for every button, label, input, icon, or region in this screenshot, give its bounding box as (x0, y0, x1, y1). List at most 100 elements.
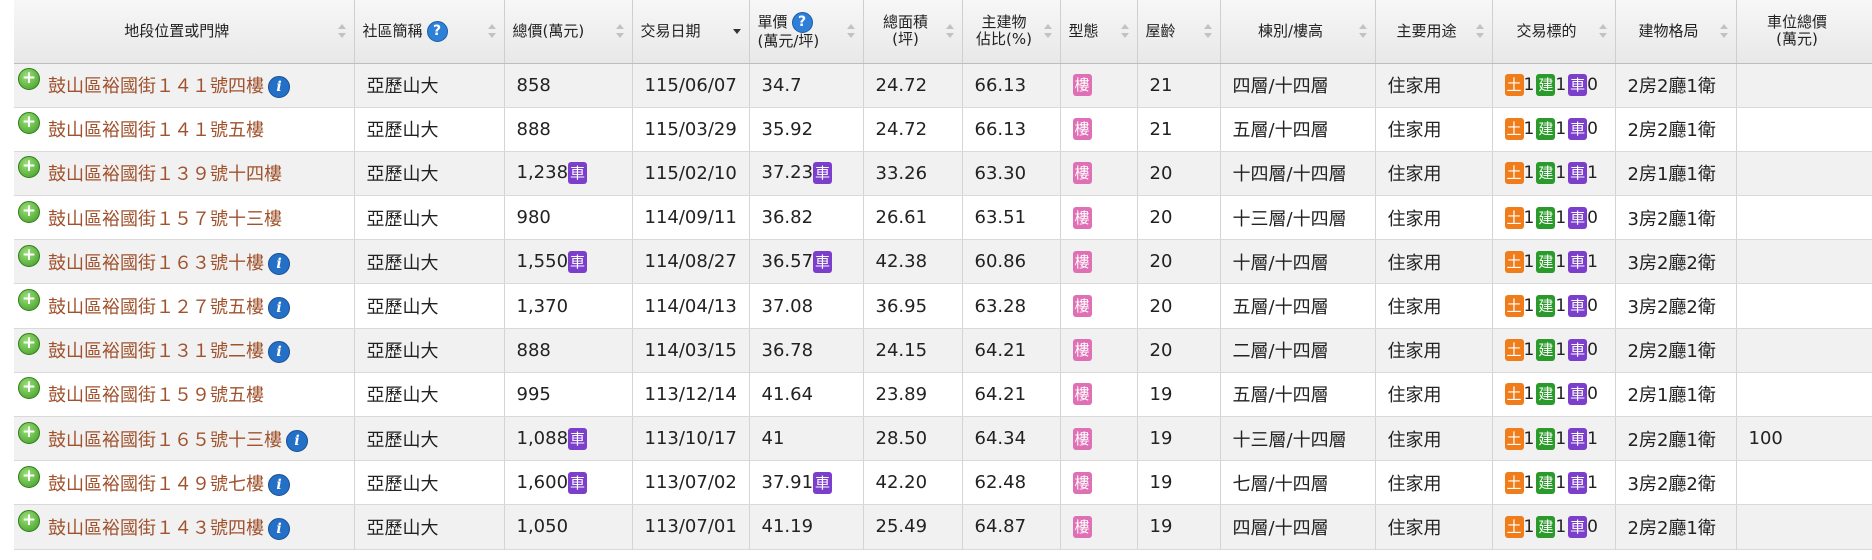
table-row[interactable]: + 鼓山區裕國街１６５號十三樓 i 亞歷山大 1,088 車 113/10/17 41 28.5… (14, 416, 1872, 462)
table-row[interactable]: + 鼓山區裕國街１５９號五樓 亞歷山大 995 113/12/14 41.64 23.89 6… (14, 372, 1872, 418)
col-header-layout[interactable]: 建物格局 (1615, 0, 1737, 64)
table-row[interactable]: + 鼓山區裕國街１４９號七樓 i 亞歷山大 1,600 車 113/07/02 37.91 車 4… (14, 460, 1872, 506)
table-row[interactable]: + 鼓山區裕國街１４３號四樓 i 亞歷山大 1,050 113/07/01 41.19 25.… (14, 504, 1872, 550)
area-cell: 36.95 (863, 283, 963, 329)
car-badge: 車 (1568, 427, 1588, 450)
building-type-badge: 樓 (1072, 162, 1092, 185)
floor-cell: 四層/十四層 (1220, 504, 1376, 550)
address-link[interactable]: 鼓山區裕國街１２７號五樓 (48, 297, 264, 318)
expand-row-icon[interactable]: + (18, 333, 40, 356)
target-cell: 土1建1車1 (1492, 460, 1616, 506)
expand-row-icon[interactable]: + (18, 509, 40, 532)
address-link[interactable]: 鼓山區裕國街１４１號五樓 (48, 120, 264, 141)
area-cell: 24.15 (863, 328, 963, 373)
floor-cell: 二層/十四層 (1220, 328, 1376, 373)
sort-icon[interactable] (1043, 24, 1053, 39)
main-ratio-cell: 62.48 (962, 460, 1061, 506)
col-header-target[interactable]: 交易標的 (1492, 0, 1616, 64)
car-badge: 車 (568, 250, 588, 273)
address-link[interactable]: 鼓山區裕國街１５９號五樓 (48, 385, 264, 406)
col-header-date[interactable]: 交易日期 (632, 0, 750, 64)
floor-cell: 五層/十四層 (1220, 372, 1376, 418)
sort-desc-icon[interactable] (732, 24, 742, 38)
date-cell: 114/04/13 (632, 283, 750, 329)
address-link[interactable]: 鼓山區裕國街１３９號十四樓 (48, 164, 282, 185)
address-link[interactable]: 鼓山區裕國街１６３號十樓 (48, 253, 264, 274)
type-cell: 樓 (1060, 328, 1138, 373)
area-cell: 42.20 (863, 460, 963, 506)
address-link[interactable]: 鼓山區裕國街１３１號二樓 (48, 341, 264, 362)
col-header-total-price[interactable]: 總價(萬元) (504, 0, 633, 64)
table-row[interactable]: + 鼓山區裕國街１４１號四樓 i 亞歷山大 858 115/06/07 34.7 24.72 6… (14, 63, 1872, 108)
info-icon[interactable]: i (268, 341, 290, 364)
sort-icon[interactable] (615, 24, 625, 39)
col-header-area[interactable]: 總面積 (坪) (863, 0, 963, 64)
transaction-table-container: 地段位置或門牌 社區簡稱? 總價(萬元) 交易日期 單價? (萬元/坪) 總面積(… (14, 0, 1872, 550)
sort-icon[interactable] (1475, 24, 1485, 39)
sort-icon[interactable] (1203, 24, 1213, 39)
table-row[interactable]: + 鼓山區裕國街１３９號十四樓 亞歷山大 1,238 車 115/02/10 37.23 車 3… (14, 151, 1872, 197)
sort-icon[interactable] (1719, 24, 1729, 39)
building-type-badge: 樓 (1072, 118, 1092, 141)
sort-icon[interactable] (1358, 24, 1368, 39)
help-icon[interactable]: ? (426, 20, 448, 42)
table-row[interactable]: + 鼓山區裕國街１６３號十樓 i 亞歷山大 1,550 車 114/08/27 36.57 車 4… (14, 239, 1872, 285)
type-cell: 樓 (1060, 151, 1138, 197)
info-icon[interactable]: i (268, 297, 290, 320)
date-cell: 113/07/01 (632, 504, 750, 550)
expand-row-icon[interactable]: + (18, 289, 40, 312)
address-link[interactable]: 鼓山區裕國街１６５號十三樓 (48, 430, 282, 451)
address-link[interactable]: 鼓山區裕國街１５７號十三樓 (48, 209, 282, 230)
info-icon[interactable]: i (268, 76, 290, 99)
col-header-age[interactable]: 屋齡 (1137, 0, 1221, 64)
col-header-address[interactable]: 地段位置或門牌 (14, 0, 355, 64)
car-badge: 車 (1568, 206, 1588, 229)
land-badge: 土 (1504, 339, 1524, 362)
sort-icon[interactable] (945, 24, 955, 39)
table-row[interactable]: + 鼓山區裕國街１４１號五樓 亞歷山大 888 115/03/29 35.92 24.72 6… (14, 107, 1872, 152)
area-cell: 26.61 (863, 195, 963, 241)
sort-icon[interactable] (487, 24, 497, 39)
sort-icon[interactable] (846, 24, 856, 39)
address-link[interactable]: 鼓山區裕國街１４１號四樓 (48, 76, 264, 97)
col-header-parking[interactable]: 車位總價 (萬元) (1736, 0, 1872, 64)
info-icon[interactable]: i (268, 252, 290, 275)
col-header-unit-price[interactable]: 單價? (萬元/坪) (749, 0, 864, 64)
expand-row-icon[interactable]: + (18, 421, 40, 444)
community-cell: 亞歷山大 (354, 372, 505, 418)
expand-row-icon[interactable]: + (18, 112, 40, 135)
sort-icon[interactable] (337, 24, 347, 39)
address-cell: + 鼓山區裕國街１４１號四樓 i (14, 63, 355, 108)
age-cell: 20 (1137, 328, 1221, 373)
table-row[interactable]: + 鼓山區裕國街１２７號五樓 i 亞歷山大 1,370 114/04/13 37.08 36.… (14, 283, 1872, 329)
expand-row-icon[interactable]: + (18, 244, 40, 267)
info-icon[interactable]: i (268, 517, 290, 540)
address-cell: + 鼓山區裕國街１５９號五樓 (14, 372, 355, 418)
expand-row-icon[interactable]: + (18, 156, 40, 179)
table-row[interactable]: + 鼓山區裕國街１５７號十三樓 亞歷山大 980 114/09/11 36.82 26.61… (14, 195, 1872, 241)
usage-cell: 住家用 (1375, 63, 1493, 108)
usage-cell: 住家用 (1375, 283, 1493, 329)
col-header-type[interactable]: 型態 (1060, 0, 1138, 64)
address-link[interactable]: 鼓山區裕國街１４９號七樓 (48, 474, 264, 495)
car-badge: 車 (568, 471, 588, 494)
expand-row-icon[interactable]: + (18, 377, 40, 400)
type-cell: 樓 (1060, 107, 1138, 152)
expand-row-icon[interactable]: + (18, 465, 40, 488)
info-icon[interactable]: i (286, 429, 308, 452)
col-header-community[interactable]: 社區簡稱? (354, 0, 505, 64)
table-row[interactable]: + 鼓山區裕國街１３１號二樓 i 亞歷山大 888 114/03/15 36.78 24.15… (14, 328, 1872, 373)
age-cell: 20 (1137, 239, 1221, 285)
col-header-usage[interactable]: 主要用途 (1375, 0, 1493, 64)
sort-icon[interactable] (1120, 24, 1130, 39)
age-cell: 19 (1137, 416, 1221, 462)
expand-row-icon[interactable]: + (18, 200, 40, 223)
address-link[interactable]: 鼓山區裕國街１４３號四樓 (48, 518, 264, 539)
info-icon[interactable]: i (268, 473, 290, 496)
expand-row-icon[interactable]: + (18, 68, 40, 91)
col-header-floor[interactable]: 棟別/樓高 (1220, 0, 1376, 64)
col-header-main-ratio[interactable]: 主建物 佔比(%) (962, 0, 1061, 64)
total-price-cell: 858 (504, 63, 633, 108)
sort-icon[interactable] (1598, 24, 1608, 39)
help-icon[interactable]: ? (791, 12, 813, 34)
